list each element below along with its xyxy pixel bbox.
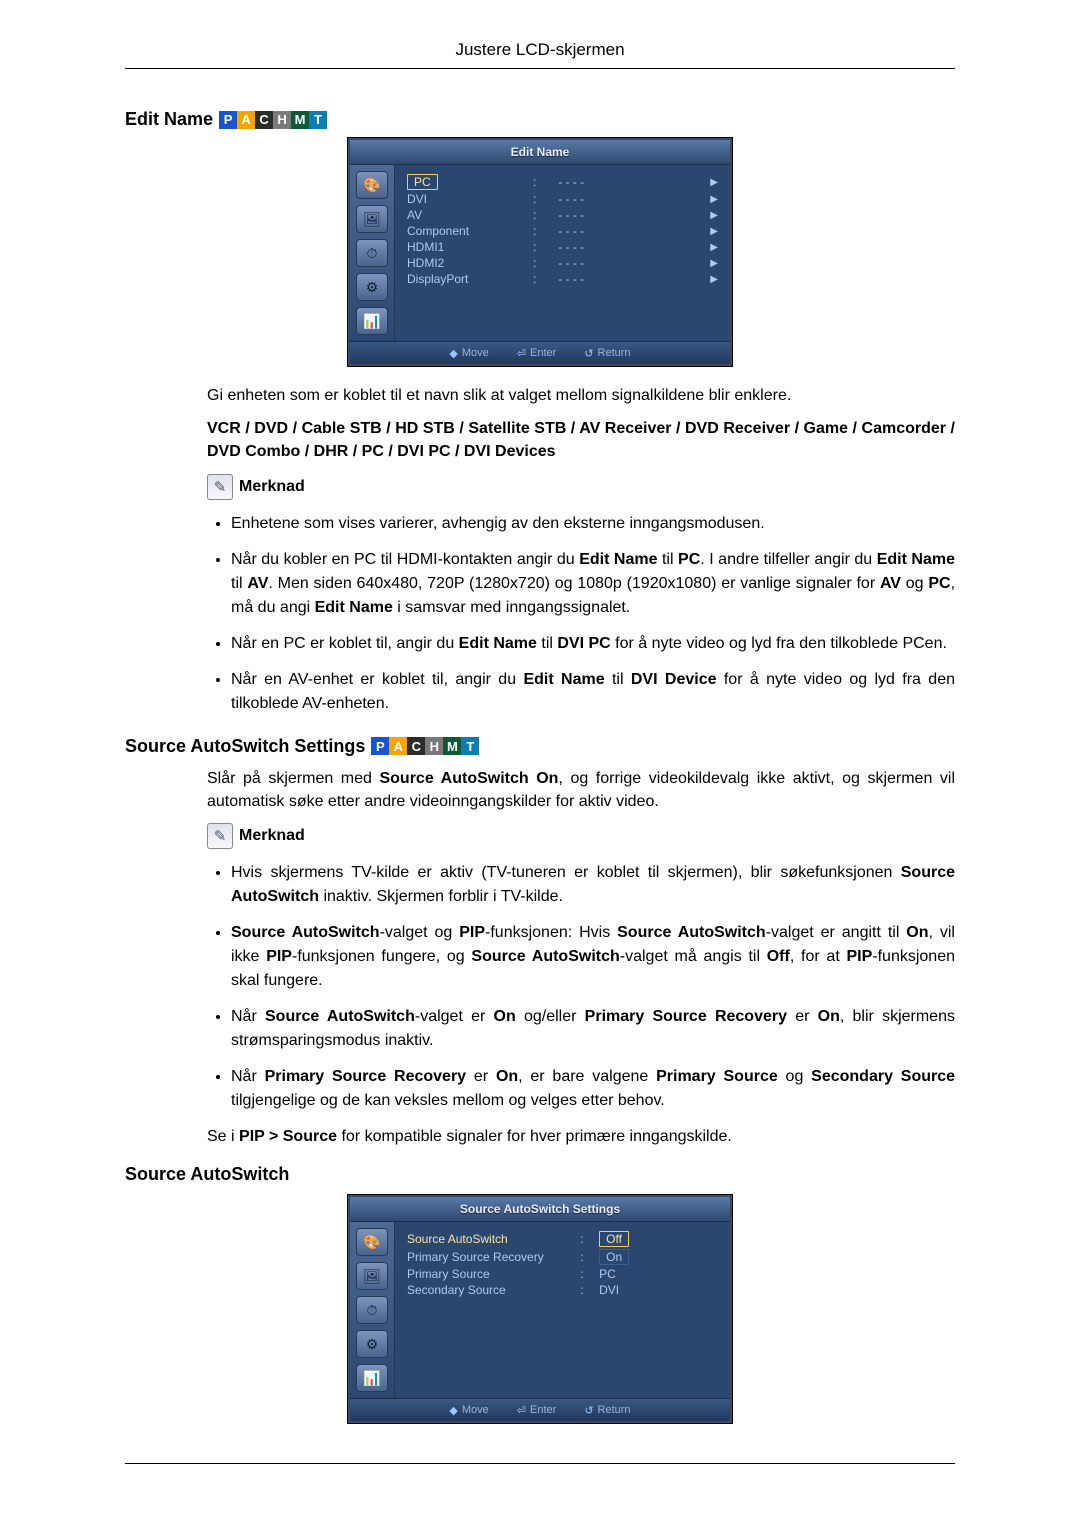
timer-icon: ⏱ (356, 239, 388, 267)
osd-row: Primary Source:PC (405, 1266, 720, 1282)
divider (125, 1463, 955, 1464)
osd-row: Primary Source Recovery:On (405, 1248, 720, 1266)
paragraph: Slår på skjermen med Source AutoSwitch O… (207, 767, 955, 813)
heading-sas-settings: Source AutoSwitch Settings P A C H M T (125, 736, 955, 757)
list-item: Når Source AutoSwitch-valget er On og/el… (231, 1005, 955, 1053)
osd-sas: Source AutoSwitch Settings 🎨 🖼 ⏱ ⚙ 📊 Sou… (348, 1195, 732, 1423)
osd-list: Source AutoSwitch:Off Primary Source Rec… (405, 1230, 720, 1298)
enter-icon: ⏎ (517, 347, 526, 360)
osd-row: DVI:- - - -▶ (405, 191, 720, 207)
tag-p-icon: P (219, 111, 237, 129)
arrow-icon: ▶ (674, 173, 720, 191)
heading-text: Source AutoSwitch Settings (125, 736, 365, 757)
osd-row: AV:- - - -▶ (405, 207, 720, 223)
note-icon: ✎ (207, 823, 233, 849)
osd-row: PC:- - - -▶ (405, 173, 720, 191)
tag-m-icon: M (443, 737, 461, 755)
picture-icon: 🖼 (356, 205, 388, 233)
bars-icon: 📊 (356, 307, 388, 335)
osd-list: PC:- - - -▶ DVI:- - - -▶ AV:- - - -▶ Com… (405, 173, 720, 287)
gear-icon: ⚙ (356, 1330, 388, 1358)
osd-sidebar: 🎨 🖼 ⏱ ⚙ 📊 (350, 1222, 395, 1398)
tag-c-icon: C (255, 111, 273, 129)
osd-title: Source AutoSwitch Settings (350, 1197, 730, 1222)
palette-icon: 🎨 (356, 1228, 388, 1256)
timer-icon: ⏱ (356, 1296, 388, 1324)
page-header: Justere LCD-skjermen (125, 40, 955, 60)
paragraph: Gi enheten som er koblet til et navn sli… (207, 384, 955, 407)
tag-m-icon: M (291, 111, 309, 129)
osd-row: HDMI1:- - - -▶ (405, 239, 720, 255)
list-item: Enhetene som vises varierer, avhengig av… (231, 512, 955, 536)
paragraph-bold: VCR / DVD / Cable STB / HD STB / Satelli… (207, 417, 955, 463)
heading-sas: Source AutoSwitch (125, 1164, 955, 1185)
osd-row: Component:- - - -▶ (405, 223, 720, 239)
return-icon: ↺ (584, 1404, 593, 1417)
tag-c-icon: C (407, 737, 425, 755)
note-list: Enhetene som vises varierer, avhengig av… (207, 512, 955, 716)
osd-footer: ◆Move ⏎Enter ↺Return (350, 341, 730, 364)
tag-h-icon: H (425, 737, 443, 755)
divider (125, 68, 955, 69)
tag-a-icon: A (389, 737, 407, 755)
list-item: Når en AV-enhet er koblet til, angir du … (231, 668, 955, 716)
paragraph: Se i PIP > Source for kompatible signale… (207, 1125, 955, 1148)
move-icon: ◆ (449, 1404, 457, 1417)
tag-t-icon: T (309, 111, 327, 129)
tag-row: P A C H M T (219, 111, 327, 129)
list-item: Når en PC er koblet til, angir du Edit N… (231, 632, 955, 656)
palette-icon: 🎨 (356, 171, 388, 199)
move-icon: ◆ (449, 347, 457, 360)
osd-row: HDMI2:- - - -▶ (405, 255, 720, 271)
heading-text: Edit Name (125, 109, 213, 130)
tag-p-icon: P (371, 737, 389, 755)
return-icon: ↺ (584, 347, 593, 360)
osd-footer: ◆Move ⏎Enter ↺Return (350, 1398, 730, 1421)
tag-a-icon: A (237, 111, 255, 129)
tag-t-icon: T (461, 737, 479, 755)
osd-sidebar: 🎨 🖼 ⏱ ⚙ 📊 (350, 165, 395, 341)
note-list: Hvis skjermens TV-kilde er aktiv (TV-tun… (207, 861, 955, 1113)
note-icon: ✎ (207, 474, 233, 500)
osd-row: Secondary Source:DVI (405, 1282, 720, 1298)
list-item: Source AutoSwitch-valget og PIP-funksjon… (231, 921, 955, 993)
osd-row: DisplayPort:- - - -▶ (405, 271, 720, 287)
list-item: Når Primary Source Recovery er On, er ba… (231, 1065, 955, 1113)
tag-h-icon: H (273, 111, 291, 129)
osd-row: Source AutoSwitch:Off (405, 1230, 720, 1248)
list-item: Når du kobler en PC til HDMI-kontakten a… (231, 548, 955, 620)
tag-row: P A C H M T (371, 737, 479, 755)
heading-edit-name: Edit Name P A C H M T (125, 109, 955, 130)
enter-icon: ⏎ (517, 1404, 526, 1417)
osd-edit-name: Edit Name 🎨 🖼 ⏱ ⚙ 📊 PC:- - - -▶ DVI:- - … (348, 138, 732, 366)
note-label: Merknad (239, 478, 305, 496)
picture-icon: 🖼 (356, 1262, 388, 1290)
bars-icon: 📊 (356, 1364, 388, 1392)
osd-title: Edit Name (350, 140, 730, 165)
list-item: Hvis skjermens TV-kilde er aktiv (TV-tun… (231, 861, 955, 909)
gear-icon: ⚙ (356, 273, 388, 301)
note-label: Merknad (239, 827, 305, 845)
